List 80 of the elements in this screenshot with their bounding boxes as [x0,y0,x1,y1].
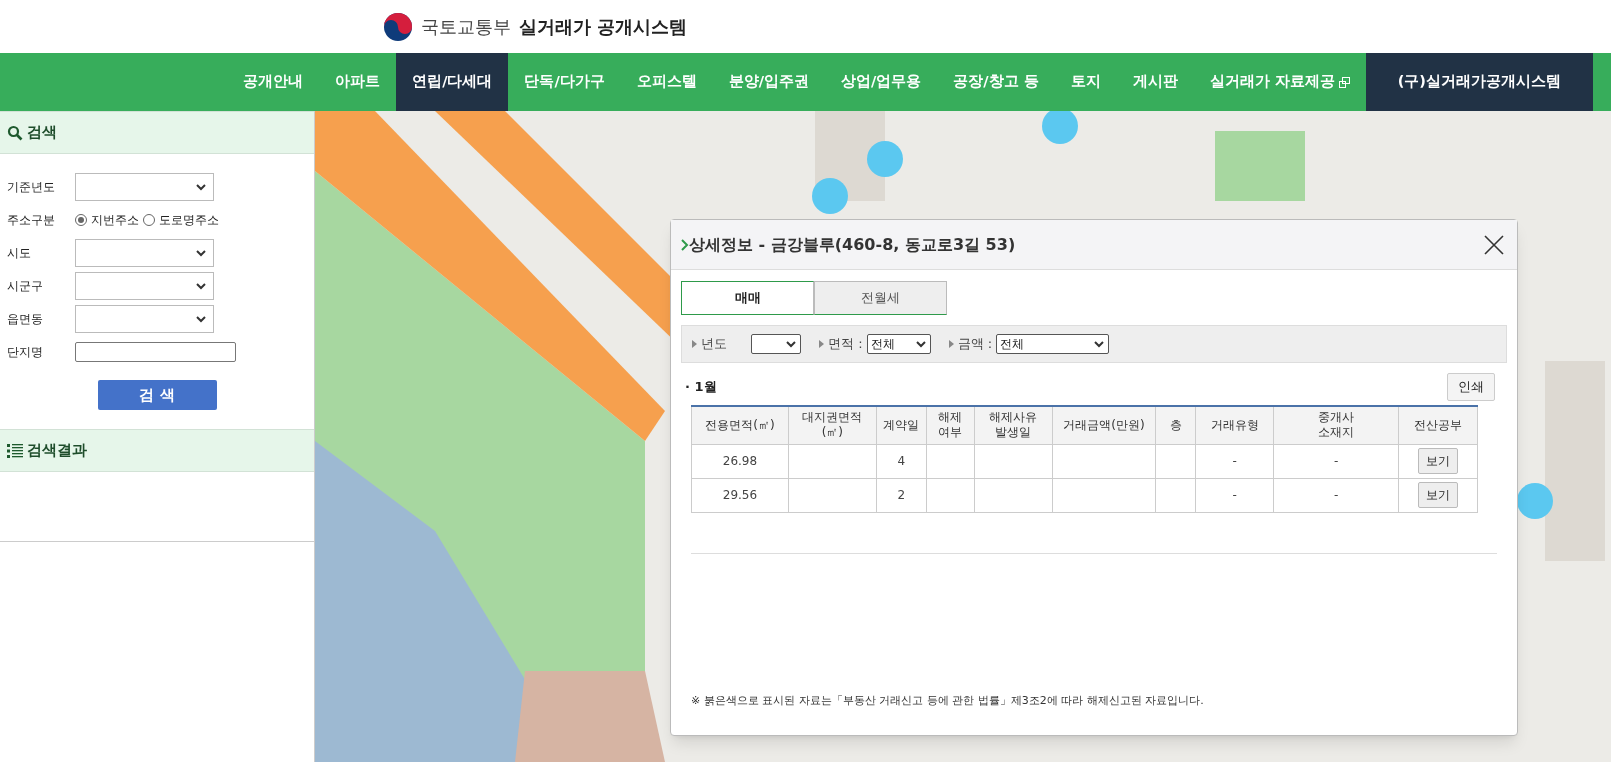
emblem-icon [383,11,413,42]
input-field[interactable] [75,341,236,362]
select-field[interactable] [75,172,214,201]
column-header: 해제사유 발생일 [974,406,1053,444]
nav-tab[interactable]: 분양/입주권 [712,53,825,111]
nav-tab[interactable]: 공장/창고 등 [937,53,1055,111]
table-cell: - [1195,444,1274,478]
table-cell: 26.98 [691,444,789,478]
table-cell: - [1195,478,1274,512]
field-label: 주소구분 [7,211,56,229]
chevron-icon [681,238,689,251]
nav-tab[interactable]: 토지 [1054,53,1117,111]
chevron-icon [195,248,207,257]
radio-button[interactable] [75,213,87,226]
column-header: 해제 여부 [926,406,975,444]
list-icon [7,442,23,459]
tab[interactable]: 매매 [681,281,814,315]
tab[interactable]: 전월세 [814,281,947,315]
nav-tab[interactable]: 아파트 [319,53,397,111]
nav-tab[interactable]: 상업/업무용 [825,53,938,111]
field-label: 단지명 [7,343,44,361]
column-header: 거래금액(만원) [1052,406,1156,444]
dialog-title: 상세정보 - 금강블루(460-8, 동교로3길 53) [689,233,1017,256]
month-label: · 1월 [685,378,717,397]
field-label: 읍면동 [7,310,44,328]
print-button[interactable]: 인쇄 [1447,373,1495,401]
select-field[interactable]: 전체 [996,334,1110,354]
footnote: ※ 붉은색으로 표시된 자료는「부동산 거래신고 등에 관한 법률」제3조2에 따라 해제신고된 자료입니다. [691,692,1205,709]
site-title: 실거래가 공개시스템 [519,15,688,39]
search-button[interactable]: 검 색 [97,380,217,410]
nav-tab[interactable]: 공개안내 [227,53,320,111]
select-field[interactable] [751,334,801,354]
table-cell: 2 [876,478,927,512]
chevron-icon [785,340,797,348]
column-header: 대지권면적 (㎡) [788,406,877,444]
chevron-icon [195,281,207,290]
view-button[interactable]: 보기 [1418,482,1458,508]
nav-tab[interactable]: 오피스텔 [620,53,713,111]
column-header: 층 [1155,406,1196,444]
column-header: 중개사 소재지 [1273,406,1399,444]
bullet-icon [948,340,954,348]
radio-label: 지번주소 [91,211,139,229]
radio-label: 도로명주소 [159,211,219,229]
column-header: 거래유형 [1195,406,1274,444]
panel-title: 검색 [27,122,57,144]
table-cell: 4 [876,444,927,478]
chevron-icon [195,182,207,191]
close-button[interactable] [1483,233,1505,256]
chevron-icon [195,314,207,323]
filter-label: 면적 : [828,335,863,354]
select-field[interactable] [75,304,214,333]
radio-button[interactable] [143,213,155,226]
panel-title: 검색결과 [27,440,87,462]
field-label: 시도 [7,244,32,262]
select-field[interactable] [75,238,214,267]
select-field[interactable] [75,271,214,300]
nav-tab[interactable]: 단독/다가구 [508,53,621,111]
field-label: 시군구 [7,277,44,295]
select-field[interactable]: 전체 [866,334,931,354]
column-header: 계약일 [876,406,927,444]
bullet-icon [692,340,697,348]
filter-label: 년도 [701,335,727,354]
view-button[interactable]: 보기 [1418,448,1458,474]
nav-link[interactable]: (구)실거래가공개시스템 [1365,53,1593,111]
column-header: 전산공부 [1398,406,1478,444]
chevron-icon [914,340,927,348]
field-label: 기준년도 [7,178,56,196]
ministry-name: 국토교통부 [421,15,511,39]
external-link-icon [1338,76,1350,88]
table-cell: 29.56 [691,478,789,512]
search-icon [7,124,23,141]
column-header: 전용면적(㎡) [691,406,789,444]
chevron-icon [1093,340,1106,348]
table-cell: - [1273,478,1399,512]
nav-tab[interactable]: 실거래가 자료제공 [1193,53,1366,111]
nav-tab[interactable]: 연립/다세대 [396,53,509,111]
table-cell: - [1273,444,1399,478]
filter-label: 금액 : [957,335,993,354]
bullet-icon [819,340,824,348]
nav-tab[interactable]: 게시판 [1116,53,1194,111]
